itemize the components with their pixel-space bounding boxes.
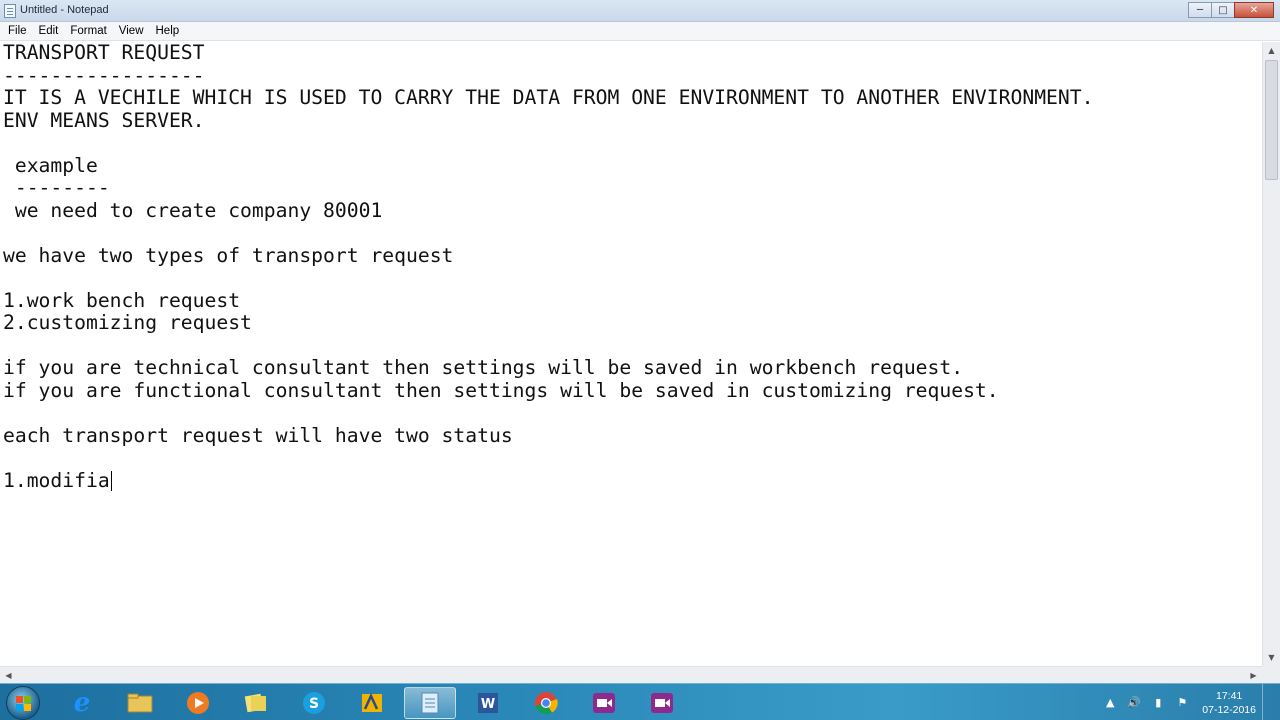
text-line[interactable]: if you are functional consultant then se… — [3, 379, 1093, 403]
menu-view[interactable]: View — [113, 22, 150, 41]
notepad-taskbar-icon[interactable] — [404, 687, 456, 719]
text-caret — [110, 471, 112, 491]
text-line[interactable]: we have two types of transport request — [3, 244, 1093, 268]
text-line[interactable]: example — [3, 154, 1093, 178]
scroll-down-icon[interactable]: ▼ — [1263, 649, 1280, 666]
chrome-icon[interactable] — [520, 687, 572, 719]
editor-content[interactable]: TRANSPORT REQUEST ----------------- IT IS … — [3, 42, 1093, 492]
text-line[interactable]: 2.customizing request — [3, 311, 1093, 335]
menu-edit[interactable]: Edit — [33, 22, 65, 41]
text-editor[interactable]: TRANSPORT REQUEST ----------------- IT IS … — [0, 42, 1262, 666]
maximize-button[interactable]: □ — [1211, 2, 1235, 18]
start-button[interactable] — [6, 686, 40, 720]
menu-format[interactable]: Format — [64, 22, 112, 41]
text-line[interactable] — [3, 402, 1093, 425]
word-icon[interactable]: W — [462, 687, 514, 719]
sticky-notes-icon[interactable] — [230, 687, 282, 719]
action-center-icon[interactable]: ⚑ — [1175, 696, 1189, 709]
text-line[interactable]: we need to create company 80001 — [3, 199, 1093, 223]
taskbar: e S W ▲ 🔊 ▮ ⚑ 17:41 07-12-2016 — [0, 683, 1280, 720]
menu-help[interactable]: Help — [150, 22, 186, 41]
window-title: Untitled - Notepad — [20, 4, 109, 16]
clock-time: 17:41 — [1216, 689, 1243, 702]
media-player-icon[interactable] — [172, 687, 224, 719]
menu-bar: File Edit Format View Help — [0, 22, 1280, 41]
title-bar[interactable]: Untitled - Notepad ─ □ ✕ — [0, 0, 1280, 22]
show-hidden-icons-icon[interactable]: ▲ — [1103, 696, 1117, 709]
scroll-right-icon[interactable]: ▶ — [1245, 667, 1262, 684]
text-line[interactable]: 1.work bench request — [3, 289, 1093, 313]
text-line[interactable]: TRANSPORT REQUEST — [3, 42, 1093, 65]
notepad-icon[interactable] — [4, 4, 16, 18]
text-line[interactable] — [3, 447, 1093, 470]
scroll-up-icon[interactable]: ▲ — [1263, 42, 1280, 59]
text-line[interactable]: 1.modifia — [3, 469, 1093, 493]
text-line[interactable]: if you are technical consultant then set… — [3, 356, 1093, 380]
size-grip[interactable] — [1262, 666, 1280, 683]
clock[interactable]: 17:41 07-12-2016 — [1202, 689, 1256, 717]
vertical-scrollbar[interactable]: ▲ ▼ — [1262, 42, 1280, 666]
text-line[interactable]: IT IS A VECHILE WHICH IS USED TO CARRY T… — [3, 86, 1093, 110]
system-tray: ▲ 🔊 ▮ ⚑ 17:41 07-12-2016 — [1098, 684, 1274, 720]
video-call-icon[interactable] — [578, 687, 630, 719]
notepad-window: Untitled - Notepad ─ □ ✕ File Edit Forma… — [0, 0, 1280, 683]
video-call-2-icon[interactable] — [636, 687, 688, 719]
vertical-scroll-thumb[interactable] — [1265, 60, 1278, 180]
internet-explorer-icon[interactable]: e — [56, 687, 108, 719]
text-line[interactable] — [3, 335, 1093, 358]
svg-text:S: S — [309, 696, 319, 712]
show-desktop-button[interactable] — [1262, 684, 1274, 720]
window-controls: ─ □ ✕ — [1188, 2, 1274, 19]
text-line[interactable]: ----------------- — [3, 64, 1093, 88]
network-icon[interactable]: ▮ — [1151, 696, 1165, 709]
file-explorer-icon[interactable] — [114, 687, 166, 719]
horizontal-scrollbar[interactable]: ◀ ▶ — [0, 666, 1262, 683]
text-line[interactable] — [3, 222, 1093, 245]
menu-file[interactable]: File — [2, 22, 33, 41]
text-line[interactable] — [3, 267, 1093, 290]
scroll-left-icon[interactable]: ◀ — [0, 667, 17, 684]
minimize-button[interactable]: ─ — [1188, 2, 1212, 18]
sap-logon-icon[interactable] — [346, 687, 398, 719]
volume-icon[interactable]: 🔊 — [1127, 696, 1141, 709]
text-line[interactable]: ENV MEANS SERVER. — [3, 109, 1093, 133]
close-button[interactable]: ✕ — [1234, 2, 1274, 18]
text-line[interactable]: -------- — [3, 176, 1093, 200]
windows-logo-icon — [16, 696, 32, 712]
skype-icon[interactable]: S — [288, 687, 340, 719]
clock-date: 07-12-2016 — [1202, 703, 1256, 716]
text-line[interactable]: each transport request will have two sta… — [3, 424, 1093, 448]
svg-text:W: W — [481, 697, 495, 712]
text-line[interactable] — [3, 132, 1093, 155]
